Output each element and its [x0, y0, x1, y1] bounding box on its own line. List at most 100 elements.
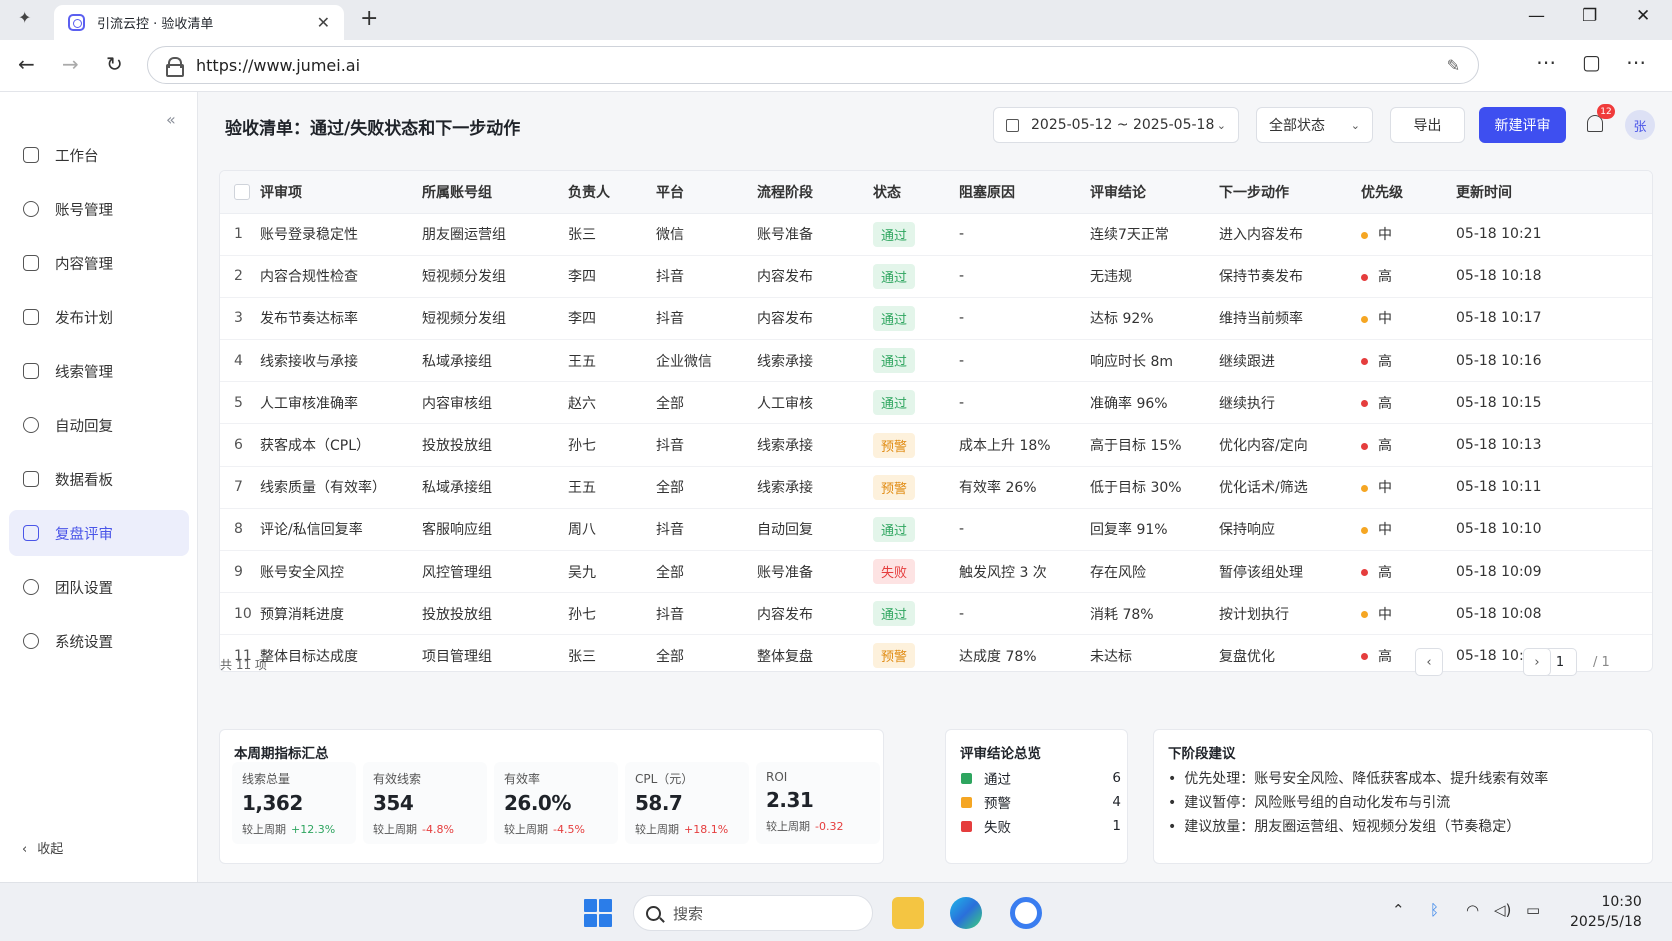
cell-block: 有效率 26% — [959, 466, 1090, 509]
sidebar-item-3[interactable]: 发布计划 — [9, 294, 189, 340]
favicon-icon — [68, 14, 85, 31]
taskbar-search[interactable]: 搜索 — [633, 895, 873, 931]
column-header-7[interactable]: 评审结论 — [1090, 171, 1219, 214]
system-clock[interactable]: 10:30 2025/5/18 — [1570, 892, 1642, 932]
table-row[interactable]: 2 内容合规性检查 短视频分发组 李四 抖音 内容发布 通过 - 无违规 保持节奏发布高 05-18… — [220, 255, 1652, 298]
column-header-1[interactable]: 所属账号组 — [422, 171, 568, 214]
legend-square-icon — [961, 820, 972, 832]
cell-time: 05-18 10:10 — [1456, 508, 1652, 552]
table-row[interactable]: 3 发布节奏达标率 短视频分发组 李四 抖音 内容发布 通过 - 达标 92% 维持当前频率中 05… — [220, 297, 1652, 341]
maximize-icon[interactable]: ❐ — [1582, 6, 1597, 26]
metric-label: 有效线索 — [373, 772, 422, 786]
more-dots-icon[interactable]: ⋯ — [1536, 50, 1556, 74]
menu-dots-icon[interactable]: ⋯ — [1626, 50, 1646, 74]
select-all-checkbox[interactable] — [234, 183, 250, 200]
bullet-icon: • — [1168, 819, 1177, 835]
sidebar-item-1[interactable]: 账号管理 — [9, 186, 189, 232]
column-header-2[interactable]: 负责人 — [568, 171, 656, 214]
close-window-icon[interactable]: ✕ — [1636, 6, 1650, 26]
cell-conclusion: 存在风险 — [1090, 550, 1219, 594]
home-icon — [23, 147, 39, 163]
table-row[interactable]: 8 评论/私信回复率 客服响应组 周八 抖音 自动回复 通过 - 回复率 91% 保持响应中 05-… — [220, 508, 1652, 552]
sidebar-item-6[interactable]: 数据看板 — [9, 456, 189, 502]
url-field[interactable]: https://www.jumei.ai ✎ — [147, 46, 1479, 84]
collapse-button[interactable]: ‹ 收起 — [22, 838, 63, 857]
summary-item: 失败 1 — [961, 816, 1121, 836]
cell-block: - — [959, 255, 1090, 298]
table-row[interactable]: 1 账号登录稳定性 朋友圈运营组 张三 微信 账号准备 通过 - 连续7天正常 进入内容发布中 05… — [220, 213, 1652, 256]
column-header-0[interactable]: 评审项 — [260, 171, 422, 214]
column-header-8[interactable]: 下一步动作 — [1219, 171, 1361, 214]
minimize-icon[interactable]: — — [1528, 6, 1545, 26]
browser-tab[interactable]: 引流云控 · 验收清单 ✕ — [54, 5, 344, 40]
sidebar-item-label: 数据看板 — [55, 472, 113, 489]
table-row[interactable]: 6 获客成本（CPL） 投放投放组 孙七 抖音 线索承接 预警 成本上升 18% 高于目标 15… — [220, 423, 1652, 467]
battery-icon[interactable]: ▭ — [1526, 901, 1540, 919]
bluetooth-icon[interactable]: ᛒ — [1430, 901, 1439, 919]
table-row[interactable]: 5 人工审核准确率 内容审核组 赵六 全部 人工审核 通过 - 准确率 96% 继续执行高 05-1… — [220, 381, 1652, 425]
date-range-text: 2025-05-12 ~ 2025-05-18 — [1031, 117, 1215, 133]
sidebar-item-4[interactable]: 线索管理 — [9, 348, 189, 394]
edge-browser-icon[interactable] — [950, 897, 982, 929]
file-explorer-icon[interactable] — [892, 897, 924, 929]
back-icon[interactable]: ← — [18, 52, 35, 76]
column-header-10[interactable]: 更新时间 — [1456, 171, 1652, 214]
close-tab-icon[interactable]: ✕ — [317, 13, 330, 32]
summary-count: 1 — [1112, 818, 1121, 834]
sidebar-item-7[interactable]: 复盘评审 — [9, 510, 189, 556]
windows-start-icon[interactable] — [584, 899, 612, 927]
avatar[interactable]: 张 — [1625, 110, 1655, 140]
export-button[interactable]: 导出 — [1390, 107, 1465, 143]
sidebar-item-9[interactable]: 系统设置 — [9, 618, 189, 664]
sidebar-item-label: 线索管理 — [55, 364, 113, 381]
table-header-row: 评审项 所属账号组 负责人 平台 流程阶段 状态 阻塞原因 评审结论 下一步动作 优先级 更新时间 — [220, 171, 1652, 214]
cell-priority: 高 — [1361, 550, 1456, 594]
wifi-icon[interactable]: ◠ — [1466, 901, 1479, 919]
split-view-icon[interactable]: ▢ — [1582, 50, 1601, 74]
metric-compare: 较上周期 +18.1% — [635, 821, 739, 837]
forward-icon[interactable]: → — [62, 52, 79, 76]
review-icon — [23, 525, 39, 541]
edit-link-icon[interactable]: ✎ — [1447, 56, 1460, 75]
table-row[interactable]: 7 线索质量（有效率） 私域承接组 王五 全部 线索承接 预警 有效率 26% 低于目标 30%… — [220, 466, 1652, 509]
new-review-button[interactable]: 新建评审 — [1479, 107, 1566, 143]
cell-platform: 抖音 — [656, 297, 757, 341]
table-row[interactable]: 9 账号安全风控 风控管理组 吴九 全部 账号准备 失败 触发风控 3 次存在风险 暂停该组处理… — [220, 550, 1652, 594]
new-tab-icon[interactable]: + — [360, 6, 378, 31]
sidebar-item-5[interactable]: 自动回复 — [9, 402, 189, 448]
cell-platform: 全部 — [656, 381, 757, 425]
table-row[interactable]: 10 预算消耗进度 投放投放组 孙七 抖音 内容发布 通过 - 消耗 78% 按计划执行中 05-1… — [220, 592, 1652, 636]
chevron-up-icon[interactable]: ⌃ — [1392, 901, 1405, 919]
volume-icon[interactable]: ◁) — [1494, 901, 1511, 919]
table-row[interactable]: 4 线索接收与承接 私域承接组 王五 企业微信 线索承接 通过 - 响应时长 8m 继续跟进高 05… — [220, 339, 1652, 383]
cell-conclusion: 连续7天正常 — [1090, 213, 1219, 256]
priority-label: 高 — [1378, 564, 1392, 581]
url-text: https://www.jumei.ai — [196, 55, 361, 75]
reload-icon[interactable]: ↻ — [106, 52, 123, 76]
conclusion-summary-card: 评审结论总览 通过 6 预警 4 失败 1 — [945, 729, 1128, 864]
date-range-picker[interactable]: 2025-05-12 ~ 2025-05-18 ⌄ — [993, 107, 1239, 143]
sidebar-item-0[interactable]: 工作台 — [9, 132, 189, 178]
sidebar-item-2[interactable]: 内容管理 — [9, 240, 189, 286]
column-header-9[interactable]: 优先级 — [1361, 171, 1456, 214]
bullet-icon: • — [1168, 771, 1177, 787]
row-number: 2 — [220, 255, 260, 298]
metric-compare: 较上周期 -0.32 — [766, 818, 870, 834]
app-ring-icon[interactable] — [1010, 897, 1042, 929]
column-header-4[interactable]: 流程阶段 — [757, 171, 873, 214]
next-page-button[interactable]: › — [1523, 648, 1551, 676]
status-filter-select[interactable]: 全部状态 ⌄ — [1256, 107, 1373, 143]
taskbar: 搜索 ⌃ ᛒ ◠ ◁) ▭ 10:30 2025/5/18 — [0, 882, 1672, 941]
page-of-text: / 1 — [1593, 655, 1610, 670]
column-header-5[interactable]: 状态 — [873, 171, 959, 214]
column-header-3[interactable]: 平台 — [656, 171, 757, 214]
clock-date: 2025/5/18 — [1570, 914, 1642, 930]
status-badge: 通过 — [873, 516, 916, 542]
double-chevron-left-icon[interactable]: « — [166, 110, 176, 129]
prev-page-button[interactable]: ‹ — [1415, 648, 1443, 676]
cell-next: 继续跟进 — [1219, 339, 1361, 383]
row-number: 7 — [220, 466, 260, 509]
column-header-6[interactable]: 阻塞原因 — [959, 171, 1090, 214]
sidebar-item-8[interactable]: 团队设置 — [9, 564, 189, 610]
pin-icon[interactable]: ✦ — [18, 8, 31, 27]
